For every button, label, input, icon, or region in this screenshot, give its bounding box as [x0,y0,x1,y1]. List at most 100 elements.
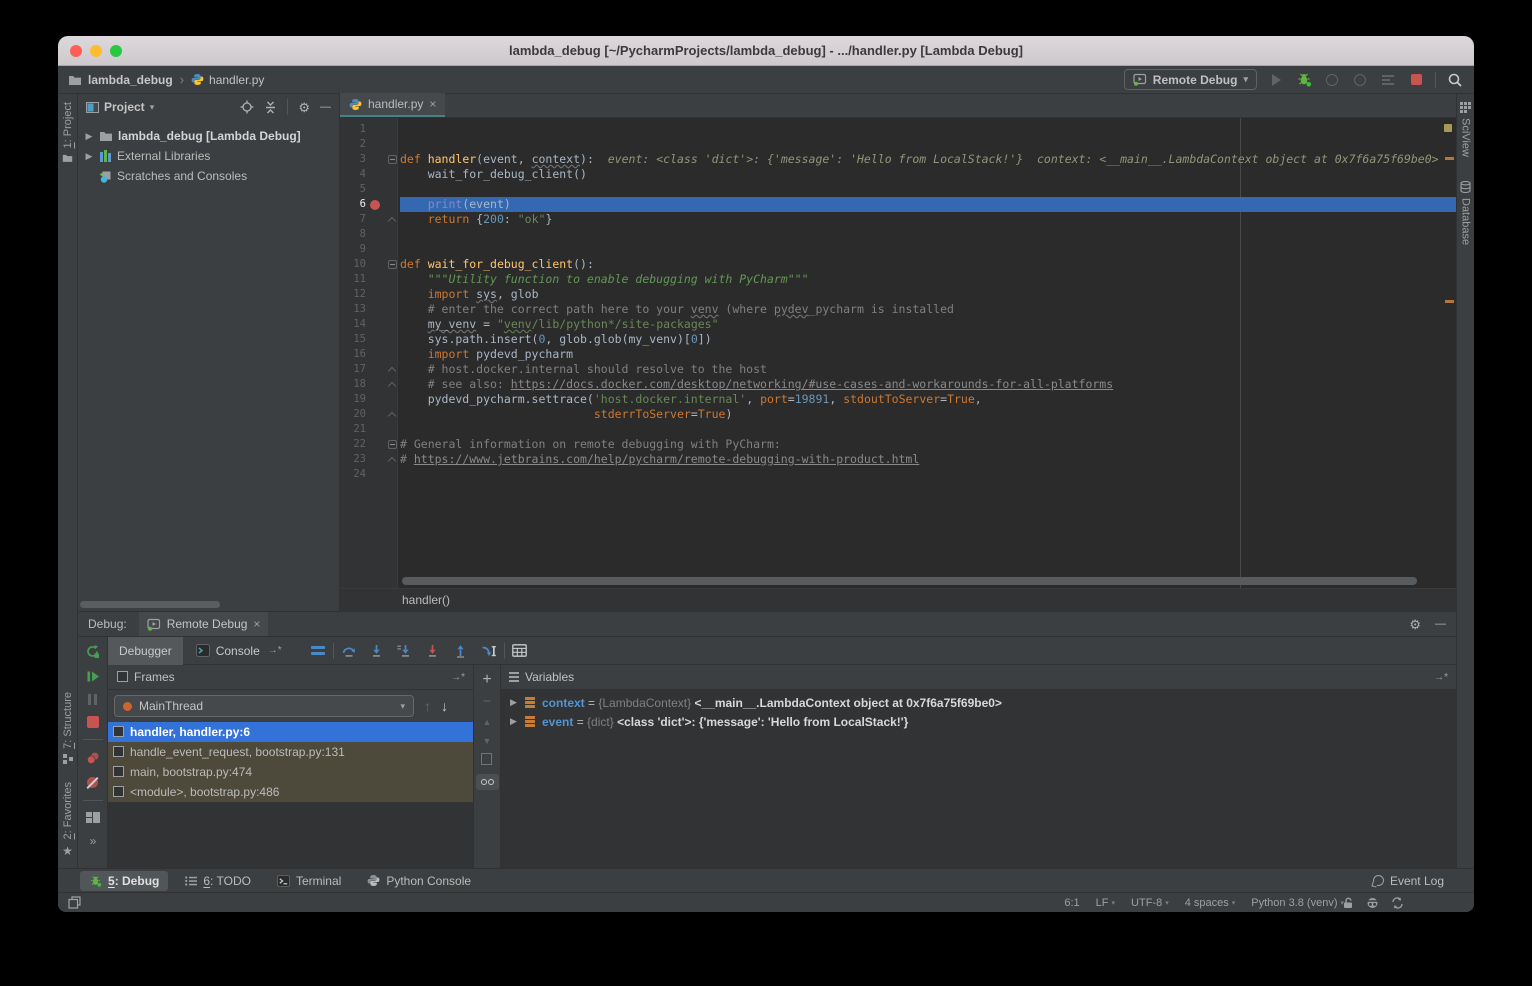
code-text[interactable]: return {200: "ok"} [400,212,1456,227]
code-line-17[interactable]: 17 # host.docker.internal should resolve… [340,362,1456,377]
gutter-space[interactable] [366,437,384,452]
fold-gutter[interactable] [384,377,400,392]
tool-stripe-project[interactable]: 1: Project [62,102,74,163]
editor-tab-handler[interactable]: handler.py × [340,93,445,117]
gutter-space[interactable] [366,212,384,227]
gutter-space[interactable] [366,452,384,467]
code-text[interactable]: # General information on remote debuggin… [400,437,1456,452]
frame-row[interactable]: <module>, bootstrap.py:486 [108,782,473,802]
stop-button[interactable] [87,716,99,728]
move-up-button[interactable]: ▲ [483,717,492,727]
toolbar-tab-python-console[interactable]: Python Console [358,871,480,891]
toolbar-tab-debug[interactable]: 5: Debug [80,871,168,891]
gutter-space[interactable] [366,407,384,422]
gutter-space[interactable] [366,287,384,302]
fold-gutter[interactable] [384,437,400,452]
fold-gutter[interactable] [384,452,400,467]
gutter-space[interactable] [366,347,384,362]
breakpoint-gutter[interactable] [366,197,384,212]
step-over-button[interactable] [336,640,362,662]
code-line-23[interactable]: 23# https://www.jetbrains.com/help/pycha… [340,452,1456,467]
code-line-10[interactable]: 10def wait_for_debug_client(): [340,257,1456,272]
stop-button[interactable] [1407,71,1425,89]
pause-button[interactable] [88,694,98,705]
debug-session-tab[interactable]: Remote Debug × [139,612,269,636]
collapse-all-icon[interactable] [264,101,277,114]
code-line-21[interactable]: 21 [340,422,1456,437]
code-line-9[interactable]: 9 [340,242,1456,257]
move-down-button[interactable]: ▼ [483,736,492,746]
close-icon[interactable]: × [253,617,260,631]
warning-stripe-mark[interactable] [1445,300,1454,303]
fold-end-icon[interactable] [388,366,396,374]
expand-arrow-icon[interactable]: ▶ [510,697,518,708]
fold-collapse-icon[interactable] [388,440,397,449]
sync-icon[interactable] [1391,897,1404,909]
run-configuration-dropdown[interactable]: Remote Debug ▾ [1124,69,1257,90]
tool-window-switcher-icon[interactable] [68,896,81,909]
fold-gutter[interactable] [384,257,400,272]
gutter-space[interactable] [366,422,384,437]
project-panel-title[interactable]: Project [104,100,145,114]
code-text[interactable] [400,227,1456,242]
breadcrumb-file[interactable]: handler.py [209,73,264,87]
code-text[interactable] [400,182,1456,197]
code-text[interactable]: # enter the correct path here to your ve… [400,302,1456,317]
code-line-2[interactable]: 2 [340,137,1456,152]
code-line-6[interactable]: 6 print(event) [340,197,1456,212]
run-anything-button[interactable] [1379,71,1397,89]
expand-arrow-icon[interactable]: ▶ [510,716,518,727]
warning-stripe-mark[interactable] [1445,157,1454,160]
code-text[interactable]: my_venv = "venv/lib/python*/site-package… [400,317,1456,332]
code-text[interactable]: """Utility function to enable debugging … [400,272,1456,287]
fold-end-icon[interactable] [388,381,396,389]
inspection-indicator[interactable] [1444,124,1452,132]
gear-icon[interactable]: ⚙ [1409,618,1421,631]
step-into-my-code-button[interactable] [392,640,418,662]
fold-end-icon[interactable] [388,411,396,419]
tree-item-external-libraries[interactable]: ▶ External Libraries [78,146,339,166]
step-into-button[interactable] [364,640,390,662]
code-line-3[interactable]: 3def handler(event, context): event: <cl… [340,152,1456,167]
rerun-button[interactable] [85,644,100,659]
layout-settings-icon[interactable] [305,640,331,662]
tool-stripe-structure[interactable]: 7: Structure [62,692,74,764]
gutter-space[interactable] [366,257,384,272]
mute-breakpoints-button[interactable] [86,776,99,789]
toolbar-tab-terminal[interactable]: Terminal [268,871,350,891]
pin-icon[interactable]: →* [1434,672,1448,683]
chevron-down-icon[interactable]: ▾ [150,102,155,113]
add-watch-button[interactable]: + [482,673,491,687]
gutter-space[interactable] [366,362,384,377]
frame-row[interactable]: handler, handler.py:6 [108,722,473,742]
code-text[interactable] [400,422,1456,437]
more-actions-button[interactable]: » [90,834,96,848]
gutter-space[interactable] [366,167,384,182]
code-line-20[interactable]: 20 stderrToServer=True) [340,407,1456,422]
code-text[interactable] [400,467,1456,482]
code-text[interactable]: sys.path.insert(0, glob.glob(my_venv)[0]… [400,332,1456,347]
code-text[interactable]: print(event) [400,197,1456,212]
code-text[interactable]: # host.docker.internal should resolve to… [400,362,1456,377]
tree-item-project-root[interactable]: ▶ lambda_debug [Lambda Debug] [78,126,339,146]
code-line-16[interactable]: 16 import pydevd_pycharm [340,347,1456,362]
project-hscrollbar[interactable] [80,601,220,608]
toolbar-tab-todo[interactable]: 6: TODO [176,871,260,891]
breakpoint-icon[interactable] [370,200,380,210]
code-text[interactable]: wait_for_debug_client() [400,167,1456,182]
gutter-space[interactable] [366,227,384,242]
code-text[interactable] [400,137,1456,152]
code-line-15[interactable]: 15 sys.path.insert(0, glob.glob(my_venv)… [340,332,1456,347]
step-out-button[interactable] [448,640,474,662]
fold-collapse-icon[interactable] [388,155,397,164]
indent-selector[interactable]: 4 spaces▾ [1185,897,1236,909]
previous-frame-button[interactable]: ↑ [424,698,431,714]
code-text[interactable]: pydevd_pycharm.settrace('host.docker.int… [400,392,1456,407]
breadcrumb-project[interactable]: lambda_debug [88,73,173,87]
locate-file-icon[interactable] [240,100,254,114]
code-text[interactable]: import pydevd_pycharm [400,347,1456,362]
thread-selector-dropdown[interactable]: MainThread ▾ [114,695,414,717]
gutter-space[interactable] [366,182,384,197]
code-text[interactable]: # see also: https://docs.docker.com/desk… [400,377,1456,392]
close-icon[interactable]: × [429,97,436,111]
